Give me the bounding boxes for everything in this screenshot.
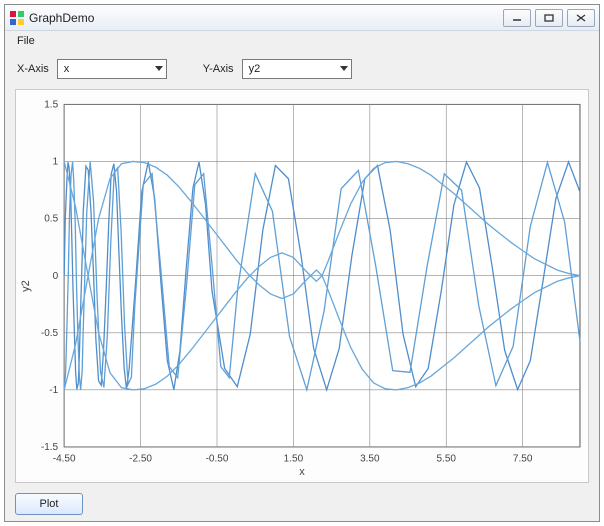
svg-text:1: 1	[53, 157, 59, 168]
window-title: GraphDemo	[29, 11, 499, 25]
minimize-button[interactable]	[503, 9, 531, 27]
app-icon	[9, 10, 25, 26]
svg-text:0.5: 0.5	[44, 214, 58, 225]
chart: -4.50-2.50-0.501.503.505.507.50-1.5-1-0.…	[16, 90, 588, 482]
chart-panel: -4.50-2.50-0.501.503.505.507.50-1.5-1-0.…	[15, 89, 589, 483]
svg-text:7.50: 7.50	[513, 453, 533, 464]
svg-text:-1.5: -1.5	[41, 442, 59, 453]
yaxis-label: Y-Axis	[203, 63, 234, 75]
chevron-down-icon	[155, 63, 163, 75]
plot-button[interactable]: Plot	[15, 493, 83, 515]
bottom-bar: Plot	[5, 487, 599, 521]
svg-text:1.50: 1.50	[284, 453, 304, 464]
x-axis-title: x	[299, 466, 305, 478]
menu-file[interactable]: File	[11, 33, 41, 49]
yaxis-select[interactable]: y2	[242, 59, 352, 79]
svg-text:5.50: 5.50	[436, 453, 456, 464]
maximize-button[interactable]	[535, 9, 563, 27]
svg-text:-1: -1	[49, 385, 58, 396]
xaxis-label: X-Axis	[17, 63, 49, 75]
app-window: GraphDemo File X-Axis x Y-Axis y2	[4, 4, 600, 522]
y-axis-title: y2	[20, 280, 32, 292]
svg-text:3.50: 3.50	[360, 453, 380, 464]
yaxis-select-value: y2	[249, 63, 261, 75]
close-button[interactable]	[567, 9, 595, 27]
svg-text:-4.50: -4.50	[53, 453, 76, 464]
plot-button-label: Plot	[40, 498, 59, 510]
menu-bar: File	[5, 31, 599, 51]
svg-text:1.5: 1.5	[44, 99, 58, 110]
axis-controls: X-Axis x Y-Axis y2	[5, 51, 599, 85]
svg-text:-0.5: -0.5	[41, 328, 59, 339]
xaxis-select[interactable]: x	[57, 59, 167, 79]
svg-text:-0.50: -0.50	[206, 453, 229, 464]
chevron-down-icon	[340, 63, 348, 75]
svg-text:0: 0	[53, 271, 59, 282]
title-bar: GraphDemo	[5, 5, 599, 31]
xaxis-select-value: x	[64, 63, 70, 75]
svg-text:-2.50: -2.50	[129, 453, 152, 464]
